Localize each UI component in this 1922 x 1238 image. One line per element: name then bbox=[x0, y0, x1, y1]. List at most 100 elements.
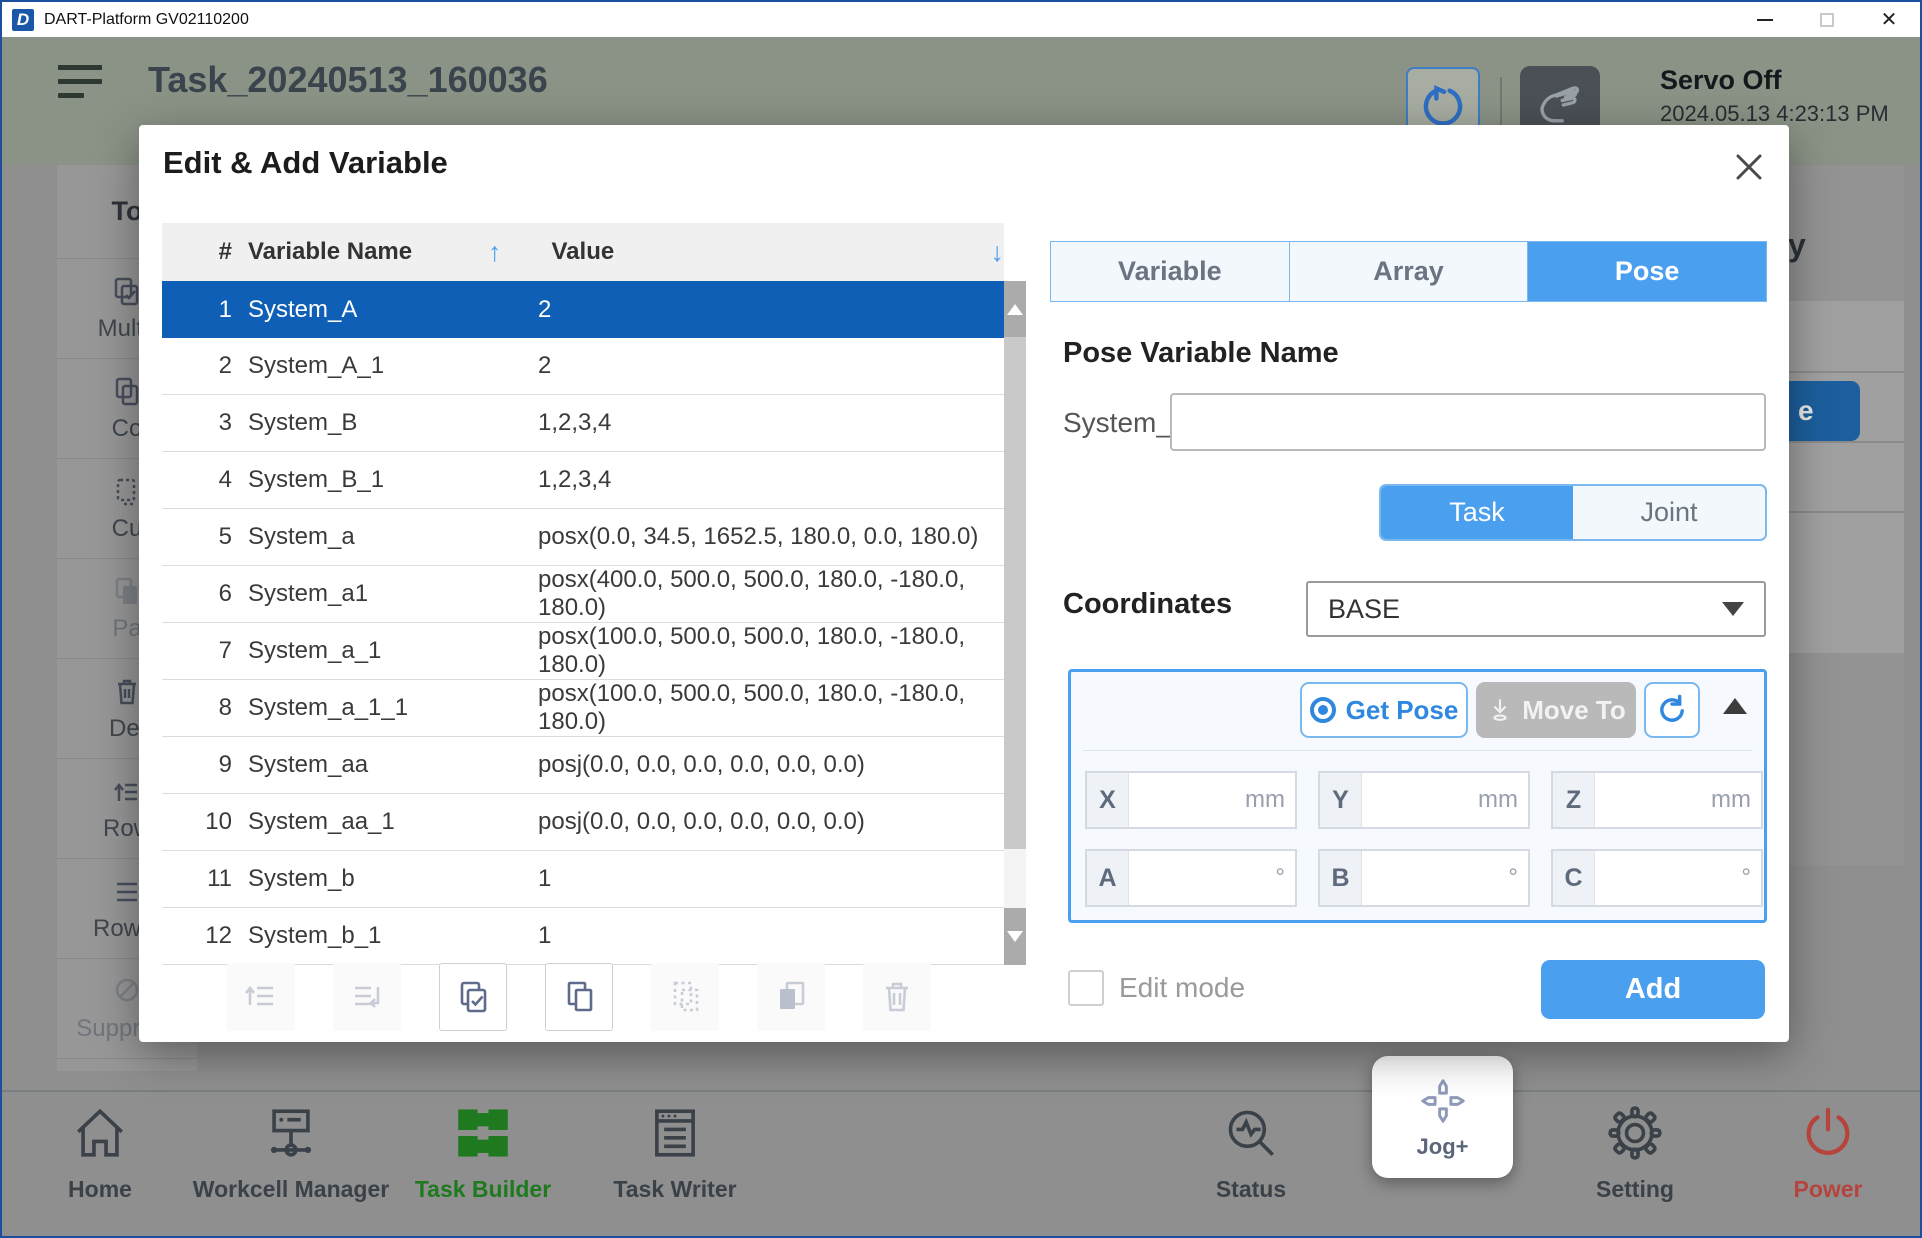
home-icon bbox=[71, 1104, 129, 1162]
pose-field-b: B ° bbox=[1318, 849, 1530, 907]
pose-field-y: Y mm bbox=[1318, 771, 1530, 829]
b-input[interactable] bbox=[1362, 851, 1508, 905]
scroll-down-icon bbox=[1007, 931, 1023, 942]
dart-platform-window: D DART-Platform GV02110200 ✕ Task_202405… bbox=[0, 0, 1922, 1238]
toggle-joint[interactable]: Joint bbox=[1573, 486, 1765, 539]
maximize-button[interactable] bbox=[1796, 2, 1858, 37]
y-input[interactable] bbox=[1362, 773, 1478, 827]
get-pose-icon bbox=[1310, 697, 1336, 723]
nav-task-writer[interactable]: Task Writer bbox=[575, 1104, 775, 1203]
z-input[interactable] bbox=[1595, 773, 1711, 827]
sort-desc-icon[interactable]: ↓ bbox=[991, 237, 1005, 268]
table-row[interactable]: 5 System_a posx(0.0, 34.5, 1652.5, 180.0… bbox=[162, 509, 1004, 566]
table-row[interactable]: 3 System_B 1,2,3,4 bbox=[162, 395, 1004, 452]
panel-divider bbox=[1083, 750, 1752, 751]
workcell-manager-icon bbox=[262, 1104, 320, 1162]
c-input[interactable] bbox=[1595, 851, 1741, 905]
nav-setting[interactable]: Setting bbox=[1535, 1104, 1735, 1203]
pose-field-a: A ° bbox=[1085, 849, 1297, 907]
table-row[interactable]: 2 System_A_1 2 bbox=[162, 338, 1004, 395]
table-row[interactable]: 11 System_b 1 bbox=[162, 851, 1004, 908]
row-insert-below-button[interactable] bbox=[333, 963, 401, 1031]
delete-row-button[interactable] bbox=[863, 963, 931, 1031]
menu-button[interactable] bbox=[58, 65, 102, 103]
x-input[interactable] bbox=[1129, 773, 1245, 827]
gear-icon bbox=[1606, 1104, 1664, 1162]
window-titlebar: D DART-Platform GV02110200 ✕ bbox=[2, 2, 1920, 37]
task-writer-icon bbox=[646, 1104, 704, 1162]
nav-home[interactable]: Home bbox=[0, 1104, 200, 1203]
table-row[interactable]: 12 System_b_1 1 bbox=[162, 908, 1004, 965]
tab-variable[interactable]: Variable bbox=[1051, 242, 1290, 301]
rotate-circle-icon bbox=[1421, 83, 1465, 127]
task-title: Task_20240513_160036 bbox=[148, 59, 548, 101]
tab-pose[interactable]: Pose bbox=[1528, 242, 1766, 301]
table-scrollbar[interactable] bbox=[1004, 281, 1026, 965]
pose-input-panel: Get Pose Move To X mm Y mm Z bbox=[1068, 669, 1767, 923]
close-icon: ✕ bbox=[1881, 10, 1898, 30]
coordinates-dropdown[interactable]: BASE bbox=[1306, 581, 1766, 637]
paste-button[interactable] bbox=[651, 963, 719, 1031]
sort-asc-icon[interactable]: ↑ bbox=[488, 237, 502, 268]
duplicate-filled-button[interactable] bbox=[757, 963, 825, 1031]
table-row[interactable]: 7 System_a_1 posx(100.0, 500.0, 500.0, 1… bbox=[162, 623, 1004, 680]
window-title: DART-Platform GV02110200 bbox=[44, 11, 249, 29]
tab-array[interactable]: Array bbox=[1290, 242, 1529, 301]
close-icon bbox=[1733, 151, 1765, 183]
jog-dpad-icon bbox=[1416, 1074, 1470, 1128]
table-row[interactable]: 4 System_B_1 1,2,3,4 bbox=[162, 452, 1004, 509]
nav-status[interactable]: Status bbox=[1151, 1104, 1351, 1203]
add-button[interactable]: Add bbox=[1541, 960, 1765, 1019]
pose-field-c: C ° bbox=[1551, 849, 1763, 907]
refresh-icon bbox=[1655, 693, 1689, 727]
collapse-panel-icon[interactable] bbox=[1723, 698, 1747, 714]
table-row[interactable]: 1 System_A 2 bbox=[162, 281, 1004, 338]
row-indent-up-button[interactable] bbox=[227, 963, 295, 1031]
coordinates-value: BASE bbox=[1328, 594, 1400, 625]
duplicate-icon bbox=[559, 977, 599, 1017]
duplicate-filled-icon bbox=[771, 977, 811, 1017]
edit-mode-label: Edit mode bbox=[1119, 972, 1245, 1004]
refresh-pose-button[interactable] bbox=[1644, 682, 1700, 738]
edit-mode-checkbox[interactable] bbox=[1068, 970, 1104, 1006]
pose-variable-name-input[interactable] bbox=[1170, 393, 1766, 451]
toggle-task[interactable]: Task bbox=[1381, 486, 1573, 539]
move-to-button[interactable]: Move To bbox=[1476, 682, 1636, 738]
paste-dashed-icon bbox=[665, 977, 705, 1017]
minimize-button[interactable] bbox=[1734, 2, 1796, 37]
task-builder-icon bbox=[454, 1104, 512, 1162]
table-row[interactable]: 9 System_aa posj(0.0, 0.0, 0.0, 0.0, 0.0… bbox=[162, 737, 1004, 794]
scrollbar-thumb[interactable] bbox=[1004, 337, 1026, 849]
duplicate-button[interactable] bbox=[545, 963, 613, 1031]
power-icon bbox=[1799, 1104, 1857, 1162]
column-num: # bbox=[162, 238, 232, 266]
pose-variable-name-title: Pose Variable Name bbox=[1063, 337, 1339, 370]
scroll-up-button[interactable] bbox=[1004, 281, 1026, 337]
variable-table: 1 System_A 2 2 System_A_1 2 3 System_B 1… bbox=[162, 281, 1004, 965]
move-to-icon bbox=[1486, 696, 1514, 724]
table-row[interactable]: 6 System_a1 posx(400.0, 500.0, 500.0, 18… bbox=[162, 566, 1004, 623]
servo-status: Servo Off bbox=[1660, 65, 1782, 96]
nav-task-builder[interactable]: Task Builder bbox=[383, 1104, 583, 1203]
dialog-close-button[interactable] bbox=[1731, 149, 1767, 185]
scroll-down-button[interactable] bbox=[1004, 908, 1026, 965]
servo-timestamp: 2024.05.13 4:23:13 PM bbox=[1660, 101, 1889, 127]
background-text-fragment: y bbox=[1788, 227, 1806, 264]
table-row[interactable]: 10 System_aa_1 posj(0.0, 0.0, 0.0, 0.0, … bbox=[162, 794, 1004, 851]
pose-field-z: Z mm bbox=[1551, 771, 1763, 829]
close-window-button[interactable]: ✕ bbox=[1858, 2, 1920, 37]
pose-field-x: X mm bbox=[1085, 771, 1297, 829]
minimize-icon bbox=[1757, 19, 1773, 21]
a-input[interactable] bbox=[1129, 851, 1275, 905]
table-toolbar bbox=[139, 963, 1027, 1033]
nav-jog[interactable]: Jog+ bbox=[1372, 1056, 1513, 1178]
table-row[interactable]: 8 System_a_1_1 posx(100.0, 500.0, 500.0,… bbox=[162, 680, 1004, 737]
nav-workcell-manager[interactable]: Workcell Manager bbox=[191, 1104, 391, 1203]
select-copy-button[interactable] bbox=[439, 963, 507, 1031]
status-icon bbox=[1222, 1104, 1280, 1162]
nav-power[interactable]: Power bbox=[1728, 1104, 1922, 1203]
dart-logo-icon: D bbox=[12, 9, 34, 31]
space-type-toggle: Task Joint bbox=[1379, 484, 1767, 541]
get-pose-button[interactable]: Get Pose bbox=[1300, 682, 1468, 738]
dialog-title: Edit & Add Variable bbox=[163, 145, 448, 181]
